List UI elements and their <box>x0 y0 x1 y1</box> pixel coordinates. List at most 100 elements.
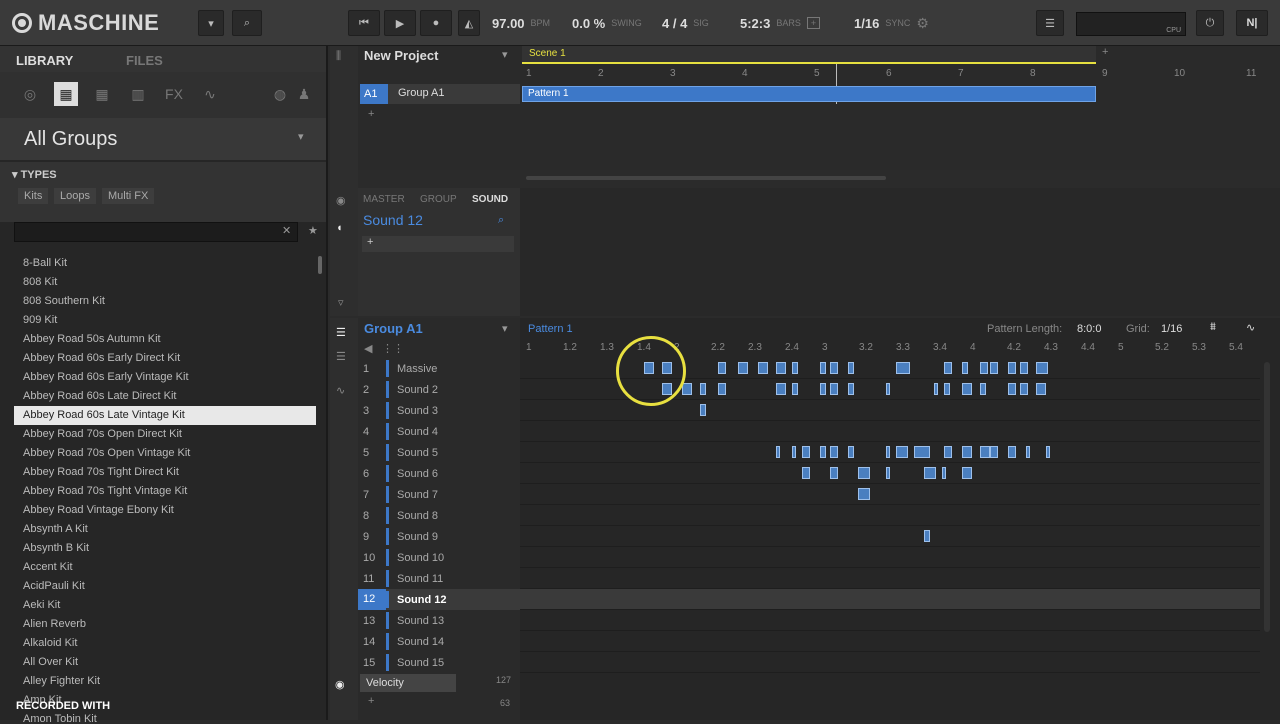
note-event[interactable] <box>830 467 838 479</box>
browser-view-button[interactable]: ☰ <box>1036 10 1064 36</box>
kit-list-item[interactable]: Abbey Road Vintage Ebony Kit <box>14 501 316 520</box>
kit-list-item[interactable]: Amon Tobin Kit <box>14 710 316 724</box>
note-lane[interactable] <box>520 484 1260 505</box>
arranger-scrollbar[interactable] <box>526 176 886 180</box>
note-lane[interactable] <box>520 547 1260 568</box>
kit-list-item[interactable]: Accent Kit <box>14 558 316 577</box>
note-event[interactable] <box>944 383 950 395</box>
scene-header[interactable]: Scene 1 <box>522 46 1096 64</box>
type-multifx[interactable]: Multi FX <box>102 188 155 204</box>
sound-row[interactable]: 4 Sound 4 <box>358 421 520 442</box>
kit-list-item[interactable]: 808 Southern Kit <box>14 292 316 311</box>
sample-icon[interactable]: ∿ <box>198 82 222 106</box>
pattern-scrollbar[interactable] <box>1264 362 1270 632</box>
piano-roll-icon[interactable]: ☰ <box>336 350 346 363</box>
note-event[interactable] <box>858 467 870 479</box>
note-lane[interactable] <box>520 631 1260 652</box>
note-event[interactable] <box>738 362 748 374</box>
note-lane[interactable] <box>520 568 1260 589</box>
kit-list-item[interactable]: AcidPauli Kit <box>14 577 316 596</box>
note-event[interactable] <box>962 467 972 479</box>
note-event[interactable] <box>990 446 998 458</box>
note-event[interactable] <box>962 446 972 458</box>
follow-icon[interactable]: ∿ <box>1246 321 1255 334</box>
note-event[interactable] <box>718 383 726 395</box>
velocity-icon[interactable]: ◉ <box>335 678 345 691</box>
note-event[interactable] <box>1020 362 1028 374</box>
waveform-icon[interactable]: ∿ <box>336 384 345 397</box>
note-event[interactable] <box>1008 362 1016 374</box>
instrument-icon[interactable]: ▥ <box>126 82 150 106</box>
tab-group[interactable]: GROUP <box>420 194 457 205</box>
note-event[interactable] <box>848 383 854 395</box>
note-event[interactable] <box>848 362 854 374</box>
note-event[interactable] <box>802 446 810 458</box>
signature-display[interactable]: 4 / 4 SIG <box>662 10 709 36</box>
sound-row[interactable]: 10 Sound 10 <box>358 547 520 568</box>
chevron-down-icon[interactable]: ▾ <box>502 322 508 335</box>
kit-list-item[interactable]: 808 Kit <box>14 273 316 292</box>
sound-icon[interactable]: ▦ <box>90 82 114 106</box>
type-kits[interactable]: Kits <box>18 188 49 204</box>
pads-icon[interactable]: ⋮⋮ <box>382 342 404 355</box>
tab-library[interactable]: LIBRARY <box>16 53 73 68</box>
kit-list-item[interactable]: Abbey Road 70s Open Vintage Kit <box>14 444 316 463</box>
note-lane[interactable] <box>520 652 1260 673</box>
tab-sound[interactable]: SOUND <box>472 194 508 205</box>
kit-list-item[interactable]: Abbey Road 70s Tight Vintage Kit <box>14 482 316 501</box>
collapse-icon[interactable]: ▿ <box>338 296 344 309</box>
note-event[interactable] <box>758 362 768 374</box>
note-event[interactable] <box>802 467 810 479</box>
note-event[interactable] <box>980 362 988 374</box>
note-event[interactable] <box>896 362 910 374</box>
sound-row[interactable]: 14 Sound 14 <box>358 631 520 652</box>
rewind-button[interactable]: ⏮ <box>348 10 380 36</box>
add-lane-button[interactable]: + <box>368 695 374 707</box>
play-button[interactable]: ▶ <box>384 10 416 36</box>
note-event[interactable] <box>962 362 968 374</box>
kit-list-item[interactable]: Alien Reverb <box>14 615 316 634</box>
add-group-button[interactable]: + <box>368 108 374 120</box>
grid-value[interactable]: 1/16 <box>1161 323 1182 335</box>
note-lane[interactable] <box>520 610 1260 631</box>
note-lane[interactable] <box>520 505 1260 526</box>
user-icon[interactable]: ♟ <box>292 82 316 106</box>
kit-list-item[interactable]: Abbey Road 60s Late Vintage Kit <box>14 406 316 425</box>
record-button[interactable]: ● <box>420 10 452 36</box>
kit-list-item[interactable]: Abbey Road 60s Early Direct Kit <box>14 349 316 368</box>
note-event[interactable] <box>718 362 726 374</box>
kit-list-item[interactable]: Abbey Road 70s Tight Direct Kit <box>14 463 316 482</box>
grid-display[interactable]: 1/16 SYNC ⚙ <box>854 10 929 36</box>
power-button[interactable]: ⏻ <box>1196 10 1224 36</box>
velocity-label[interactable]: Velocity <box>360 674 456 692</box>
note-lane[interactable] <box>520 421 1260 442</box>
sound-row[interactable]: 11 Sound 11 <box>358 568 520 589</box>
note-lane[interactable] <box>520 589 1260 610</box>
kit-list-item[interactable]: Abbey Road 60s Late Direct Kit <box>14 387 316 406</box>
note-event[interactable] <box>886 383 890 395</box>
gear-icon[interactable]: ⚙ <box>916 15 929 32</box>
note-event[interactable] <box>830 446 838 458</box>
note-event[interactable] <box>1026 446 1030 458</box>
project-icon[interactable]: ◎ <box>18 82 42 106</box>
type-loops[interactable]: Loops <box>54 188 96 204</box>
kit-list-item[interactable]: 8-Ball Kit <box>14 254 316 273</box>
note-event[interactable] <box>792 446 796 458</box>
note-event[interactable] <box>944 362 952 374</box>
channel-icon[interactable]: ◖ <box>336 222 343 234</box>
pattern-clip[interactable]: Pattern 1 <box>522 86 1096 102</box>
note-event[interactable] <box>896 446 908 458</box>
sound-row[interactable]: 3 Sound 3 <box>358 400 520 421</box>
note-event[interactable] <box>1008 383 1016 395</box>
kit-list-item[interactable]: Abbey Road 70s Open Direct Kit <box>14 425 316 444</box>
kit-list-item[interactable]: Abbey Road 60s Early Vintage Kit <box>14 368 316 387</box>
kit-list-item[interactable]: All Over Kit <box>14 653 316 672</box>
note-event[interactable] <box>858 488 870 500</box>
search-icon[interactable]: ⌕ <box>498 214 504 227</box>
note-event[interactable] <box>820 446 826 458</box>
chevron-down-icon[interactable]: ▾ <box>502 48 508 61</box>
sound-row[interactable]: 15 Sound 15 <box>358 652 520 673</box>
note-event[interactable] <box>944 446 952 458</box>
sound-row[interactable]: 6 Sound 6 <box>358 463 520 484</box>
speaker-icon[interactable]: ◀ <box>364 342 372 355</box>
